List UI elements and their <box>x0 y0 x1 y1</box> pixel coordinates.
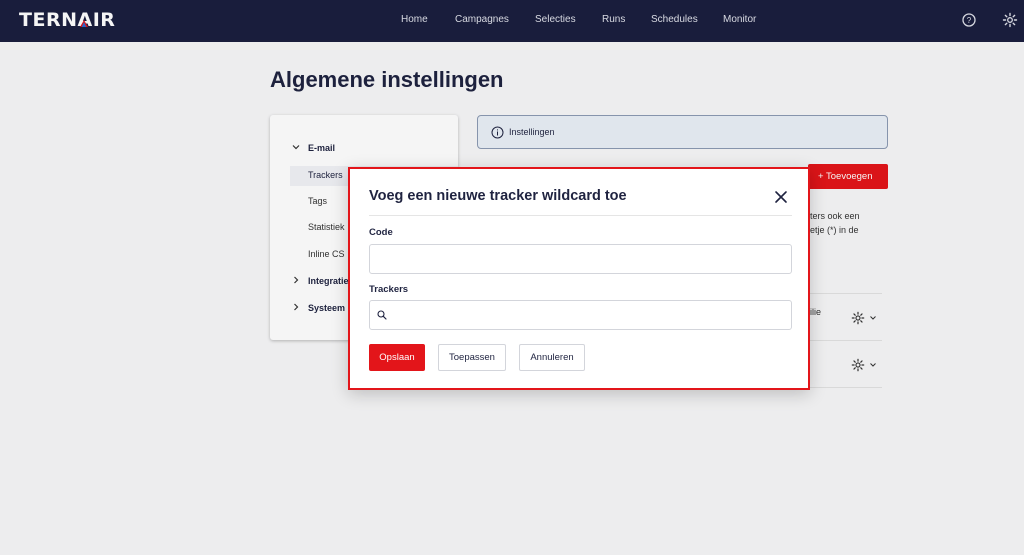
close-icon[interactable] <box>774 190 788 204</box>
add-tracker-wildcard-modal: Voeg een nieuwe tracker wildcard toe Cod… <box>348 167 810 390</box>
apply-button[interactable]: Toepassen <box>438 344 506 371</box>
cancel-button[interactable]: Annuleren <box>519 344 585 371</box>
trackers-label: Trackers <box>369 284 409 295</box>
modal-divider <box>369 215 792 216</box>
save-button[interactable]: Opslaan <box>369 344 425 371</box>
code-input[interactable] <box>369 244 792 274</box>
trackers-search-input[interactable] <box>369 300 792 330</box>
modal-title: Voeg een nieuwe tracker wildcard toe <box>369 188 627 204</box>
search-icon <box>377 310 387 320</box>
code-label: Code <box>369 227 393 238</box>
